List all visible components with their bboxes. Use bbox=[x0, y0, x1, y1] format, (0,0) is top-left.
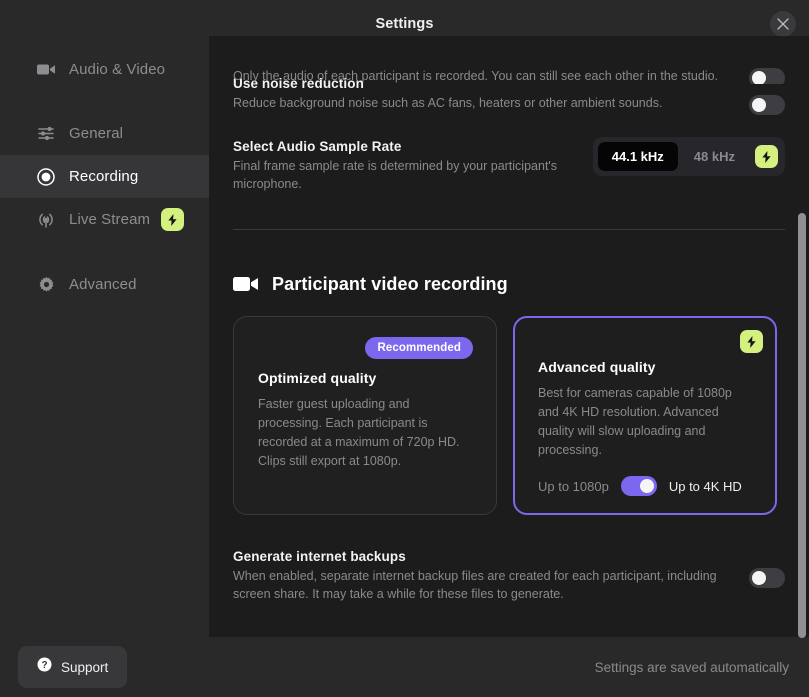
sidebar-item-label: Advanced bbox=[69, 276, 137, 293]
internet-backups-row: Generate internet backups When enabled, … bbox=[233, 547, 785, 603]
sidebar: Audio & Video General Recording Live Str… bbox=[0, 48, 209, 637]
video-quality-cards: Recommended Optimized quality Faster gue… bbox=[233, 316, 785, 515]
internet-backups-description: When enabled, separate internet backup f… bbox=[233, 568, 731, 603]
clipped-setting-description: Only the audio of each participant is re… bbox=[233, 68, 718, 84]
video-camera-icon bbox=[36, 60, 56, 80]
sample-rate-description: Final frame sample rate is determined by… bbox=[233, 158, 573, 193]
video-section-title: Participant video recording bbox=[272, 274, 508, 295]
content-inner: Only the audio of each participant is re… bbox=[209, 74, 809, 603]
svg-text:?: ? bbox=[41, 660, 47, 671]
sidebar-item-live-stream[interactable]: Live Stream bbox=[0, 198, 209, 241]
settings-window: Settings Audio & Video General Recording bbox=[0, 0, 809, 697]
sidebar-spacer bbox=[0, 91, 209, 112]
resolution-label-4k: Up to 4K HD bbox=[669, 479, 742, 494]
close-button[interactable] bbox=[770, 11, 796, 37]
support-button[interactable]: ? Support bbox=[18, 646, 127, 688]
sample-rate-segmented-control: 44.1 kHz 48 kHz bbox=[593, 137, 785, 176]
autosave-status: Settings are saved automatically bbox=[595, 660, 789, 675]
advanced-quality-description: Best for cameras capable of 1080p and 4K… bbox=[538, 384, 752, 460]
content-scrollbar-track[interactable] bbox=[798, 36, 807, 637]
clipped-setting-toggle[interactable] bbox=[749, 68, 785, 84]
internet-backups-toggle[interactable] bbox=[749, 568, 785, 588]
noise-reduction-description: Reduce background noise such as AC fans,… bbox=[233, 95, 703, 113]
content-scrollbar-thumb[interactable] bbox=[798, 213, 806, 638]
bolt-icon bbox=[746, 336, 757, 348]
support-button-label: Support bbox=[61, 660, 108, 675]
sample-rate-row: Select Audio Sample Rate Final frame sam… bbox=[233, 137, 785, 193]
toggle-knob bbox=[752, 571, 766, 585]
record-circle-icon bbox=[36, 167, 56, 187]
upgrade-badge[interactable] bbox=[161, 208, 184, 231]
close-icon bbox=[777, 18, 789, 30]
advanced-quality-upgrade-badge[interactable] bbox=[740, 330, 763, 353]
page-title: Settings bbox=[376, 16, 434, 32]
sidebar-item-label: General bbox=[69, 125, 123, 142]
resolution-toggle[interactable] bbox=[621, 476, 657, 496]
bolt-icon bbox=[761, 151, 772, 163]
gear-icon bbox=[36, 275, 56, 295]
sample-rate-texts: Select Audio Sample Rate Final frame sam… bbox=[233, 137, 575, 193]
sidebar-item-advanced[interactable]: Advanced bbox=[0, 263, 209, 306]
sample-rate-upgrade-badge[interactable] bbox=[755, 145, 778, 168]
optimized-quality-description: Faster guest uploading and processing. E… bbox=[258, 395, 472, 471]
settings-content-panel: Only the audio of each participant is re… bbox=[209, 36, 809, 637]
help-circle-icon: ? bbox=[37, 657, 52, 677]
resolution-toggle-group: Up to 1080p Up to 4K HD bbox=[538, 476, 752, 496]
bolt-icon bbox=[167, 214, 178, 226]
sidebar-item-general[interactable]: General bbox=[0, 112, 209, 155]
toggle-knob bbox=[752, 71, 766, 84]
sidebar-item-label: Audio & Video bbox=[69, 61, 165, 78]
sample-rate-label: Select Audio Sample Rate bbox=[233, 137, 575, 156]
sample-rate-option-441[interactable]: 44.1 kHz bbox=[598, 142, 678, 171]
sliders-icon bbox=[36, 124, 56, 144]
section-divider bbox=[233, 229, 785, 230]
toggle-knob bbox=[752, 98, 766, 112]
advanced-quality-title: Advanced quality bbox=[538, 359, 752, 375]
internet-backups-texts: Generate internet backups When enabled, … bbox=[233, 547, 731, 603]
sidebar-item-label: Recording bbox=[69, 168, 138, 185]
footer-bar: ? Support Settings are saved automatical… bbox=[0, 637, 809, 697]
optimized-quality-title: Optimized quality bbox=[258, 370, 472, 386]
sample-rate-option-48[interactable]: 48 kHz bbox=[680, 142, 749, 171]
optimized-quality-card[interactable]: Recommended Optimized quality Faster gue… bbox=[233, 316, 497, 515]
clipped-setting-row: Only the audio of each participant is re… bbox=[233, 68, 785, 84]
resolution-label-1080p: Up to 1080p bbox=[538, 479, 609, 494]
sidebar-item-label: Live Stream bbox=[69, 211, 150, 228]
internet-backups-label: Generate internet backups bbox=[233, 547, 731, 566]
sidebar-item-recording[interactable]: Recording bbox=[0, 155, 209, 198]
recommended-badge: Recommended bbox=[365, 337, 473, 359]
video-camera-icon bbox=[233, 271, 259, 297]
sidebar-item-audio-video[interactable]: Audio & Video bbox=[0, 48, 209, 91]
toggle-knob bbox=[640, 479, 654, 493]
broadcast-icon bbox=[36, 210, 56, 230]
video-section-heading: Participant video recording bbox=[233, 271, 785, 297]
advanced-quality-card[interactable]: Advanced quality Best for cameras capabl… bbox=[513, 316, 777, 515]
noise-reduction-toggle[interactable] bbox=[749, 95, 785, 115]
sidebar-spacer bbox=[0, 241, 209, 263]
